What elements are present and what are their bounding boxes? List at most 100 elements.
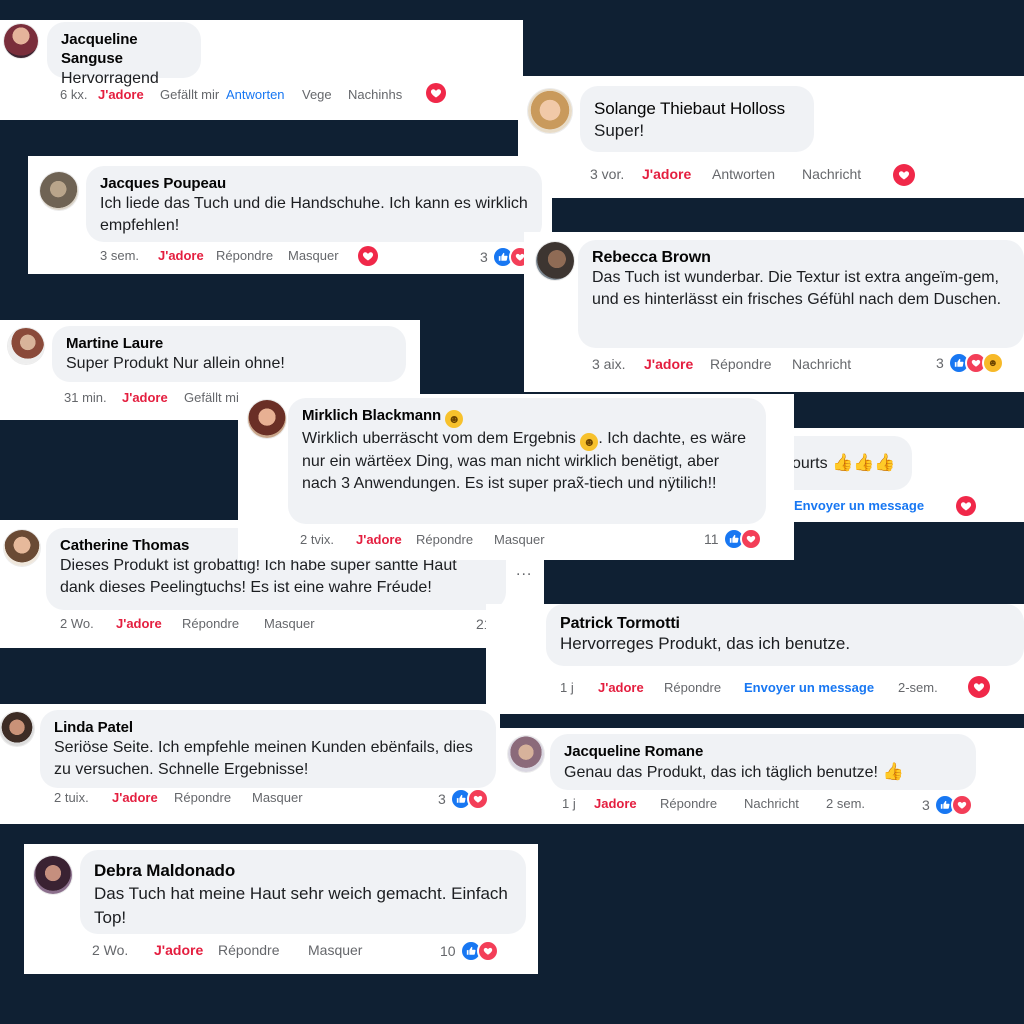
like-alt-button[interactable]: Gefällt mir bbox=[160, 87, 226, 102]
reply-button[interactable]: Répondre bbox=[218, 942, 308, 958]
like-button[interactable]: Jadore bbox=[594, 796, 660, 811]
user-avatar-icon[interactable] bbox=[4, 24, 38, 58]
comment-bubble: Solange Thiebaut Holloss Super! bbox=[580, 86, 814, 152]
timestamp-secondary: 2 sem. bbox=[826, 796, 866, 811]
heart-reaction-icon[interactable] bbox=[956, 496, 976, 516]
like-button[interactable]: J'adore bbox=[598, 680, 664, 695]
reaction-summary[interactable]: 10 bbox=[440, 940, 499, 962]
timestamp: 1 j bbox=[560, 680, 574, 695]
comment-text: Seriöse Seite. Ich empfehle meinen Kunde… bbox=[54, 739, 473, 778]
reply-button[interactable]: Répondre bbox=[216, 248, 288, 263]
reply-button[interactable]: Répondre bbox=[710, 356, 792, 372]
comment-bubble: Linda Patel Seriöse Seite. Ich empfehle … bbox=[40, 710, 496, 788]
comment-bubble: Patrick Tormotti Hervorreges Produkt, da… bbox=[546, 604, 1024, 666]
author-name[interactable]: Jacques Poupeau bbox=[100, 174, 528, 193]
hide-button[interactable]: Masquer bbox=[494, 532, 545, 547]
user-avatar-icon[interactable] bbox=[8, 328, 44, 364]
timestamp: 6 kx. bbox=[60, 87, 88, 102]
like-button[interactable]: J'adore bbox=[644, 356, 710, 372]
comment-bubble: Rebecca Brown Das Tuch ist wunderbar. Di… bbox=[578, 240, 1024, 348]
hide-button[interactable]: Masquer bbox=[308, 942, 362, 958]
like-button[interactable]: J'adore bbox=[112, 790, 174, 805]
reply-button[interactable]: Répondre bbox=[182, 616, 264, 631]
author-name[interactable]: Mirklich Blackmann ☻ bbox=[302, 406, 752, 428]
heart-reaction-icon[interactable] bbox=[358, 246, 378, 266]
comment-text: Dieses Produkt ist grobattig! Ich habe s… bbox=[60, 557, 457, 596]
comment-text: courts 👍👍👍 bbox=[784, 453, 896, 472]
message-button[interactable]: Nachricht bbox=[792, 356, 851, 372]
hide-button[interactable]: Vege bbox=[302, 87, 348, 102]
comment-card: Solange Thiebaut Holloss Super! 3 vor. J… bbox=[518, 76, 1024, 198]
message-button[interactable]: Nachinhs bbox=[348, 87, 402, 102]
reply-button[interactable]: Répondre bbox=[174, 790, 252, 805]
comment-text: Das Tuch hat meine Haut sehr weich gemac… bbox=[94, 884, 508, 927]
timestamp-secondary: 2-sem. bbox=[898, 680, 938, 695]
comment-bubble: Martine Laure Super Produkt Nur allein o… bbox=[52, 326, 406, 382]
author-name[interactable]: Jacqueline Sanguse bbox=[61, 30, 187, 68]
hide-button[interactable]: Masquer bbox=[264, 616, 315, 631]
hide-button[interactable]: Masquer bbox=[252, 790, 303, 805]
message-button[interactable]: Nachricht bbox=[802, 166, 861, 182]
reply-button[interactable]: Répondre bbox=[664, 680, 744, 695]
timestamp: 2 tuix. bbox=[54, 790, 89, 805]
user-avatar-icon[interactable] bbox=[508, 736, 544, 772]
comment-bubble: Jacqueline Romane Genau das Produkt, das… bbox=[550, 734, 976, 790]
user-avatar-icon[interactable] bbox=[34, 856, 72, 894]
like-alt-button[interactable]: Gefällt mir bbox=[184, 390, 243, 405]
hide-button[interactable]: Masquer bbox=[288, 248, 339, 263]
heart-reaction-icon[interactable] bbox=[426, 83, 446, 103]
comment-actions: 1 j J'adore Répondre Envoyer un message … bbox=[560, 680, 938, 695]
like-button[interactable]: J'adore bbox=[158, 248, 216, 263]
user-avatar-icon[interactable] bbox=[4, 530, 40, 566]
reply-button[interactable]: Répondre bbox=[416, 532, 494, 547]
like-button[interactable]: J'adore bbox=[122, 390, 184, 405]
reaction-count: 11 bbox=[704, 531, 719, 547]
reaction-summary[interactable]: 11 bbox=[704, 528, 762, 550]
user-avatar-icon[interactable] bbox=[0, 712, 34, 746]
user-avatar-icon[interactable] bbox=[528, 89, 572, 133]
reaction-count: 10 bbox=[440, 943, 456, 959]
reaction-summary[interactable]: 3 bbox=[438, 788, 489, 810]
timestamp: 3 vor. bbox=[590, 166, 625, 182]
heart-reaction-icon[interactable] bbox=[968, 676, 990, 698]
author-name[interactable]: Patrick Tormotti bbox=[560, 614, 1010, 633]
reaction-summary[interactable]: 3 bbox=[922, 794, 973, 816]
comment-actions: 3 aix. J'adore Répondre Nachricht bbox=[592, 356, 851, 372]
heart-reaction-icon[interactable] bbox=[893, 164, 915, 186]
send-message-button[interactable]: Envoyer un message bbox=[744, 680, 898, 695]
reply-button[interactable]: Répondre bbox=[660, 796, 744, 811]
reply-button[interactable]: Antworten bbox=[226, 87, 302, 102]
author-name[interactable]: Debra Maldonado bbox=[94, 860, 512, 882]
reaction-count: 3 bbox=[480, 249, 488, 265]
more-options-icon[interactable]: ... bbox=[516, 562, 532, 580]
user-avatar-icon[interactable] bbox=[536, 242, 574, 280]
timestamp: 1 j bbox=[562, 796, 576, 811]
author-name[interactable]: Linda Patel bbox=[54, 718, 482, 737]
comment-actions: 3 sem. J'adore Répondre Masquer bbox=[100, 248, 339, 263]
timestamp: 31 min. bbox=[64, 390, 107, 405]
comment-text: Super! bbox=[594, 121, 645, 140]
reply-button[interactable]: Antworten bbox=[712, 166, 802, 182]
author-name[interactable]: Jacqueline Romane bbox=[564, 742, 962, 761]
send-message-button[interactable]: Envoyer un message bbox=[794, 498, 924, 513]
author-name[interactable]: Martine Laure bbox=[66, 334, 392, 353]
message-button[interactable]: Nachricht bbox=[744, 796, 826, 811]
like-button[interactable]: J'adore bbox=[154, 942, 218, 958]
like-button[interactable]: J'adore bbox=[98, 87, 160, 102]
timestamp: 2 Wo. bbox=[92, 942, 129, 958]
user-avatar-icon[interactable] bbox=[248, 400, 286, 438]
author-name[interactable]: Solange Thiebaut Holloss bbox=[594, 98, 800, 120]
comment-card: Rebecca Brown Das Tuch ist wunderbar. Di… bbox=[524, 232, 1024, 392]
love-reaction-icon bbox=[739, 528, 762, 550]
like-button[interactable]: J'adore bbox=[356, 532, 416, 547]
comment-bubble: Jacques Poupeau Ich liede das Tuch und d… bbox=[86, 166, 542, 242]
comment-text: Wirklich uberräscht vom dem Ergebnis ☻. … bbox=[302, 430, 746, 492]
reaction-summary[interactable]: 3 ☻ bbox=[936, 352, 1004, 374]
love-reaction-icon bbox=[476, 940, 499, 962]
author-name[interactable]: Rebecca Brown bbox=[592, 248, 1010, 267]
user-avatar-icon[interactable] bbox=[40, 172, 78, 210]
haha-reaction-icon: ☻ bbox=[981, 352, 1004, 374]
like-button[interactable]: J'adore bbox=[116, 616, 182, 631]
like-button[interactable]: J'adore bbox=[642, 166, 712, 182]
comment-bubble: Mirklich Blackmann ☻ Wirklich uberräscht… bbox=[288, 398, 766, 524]
